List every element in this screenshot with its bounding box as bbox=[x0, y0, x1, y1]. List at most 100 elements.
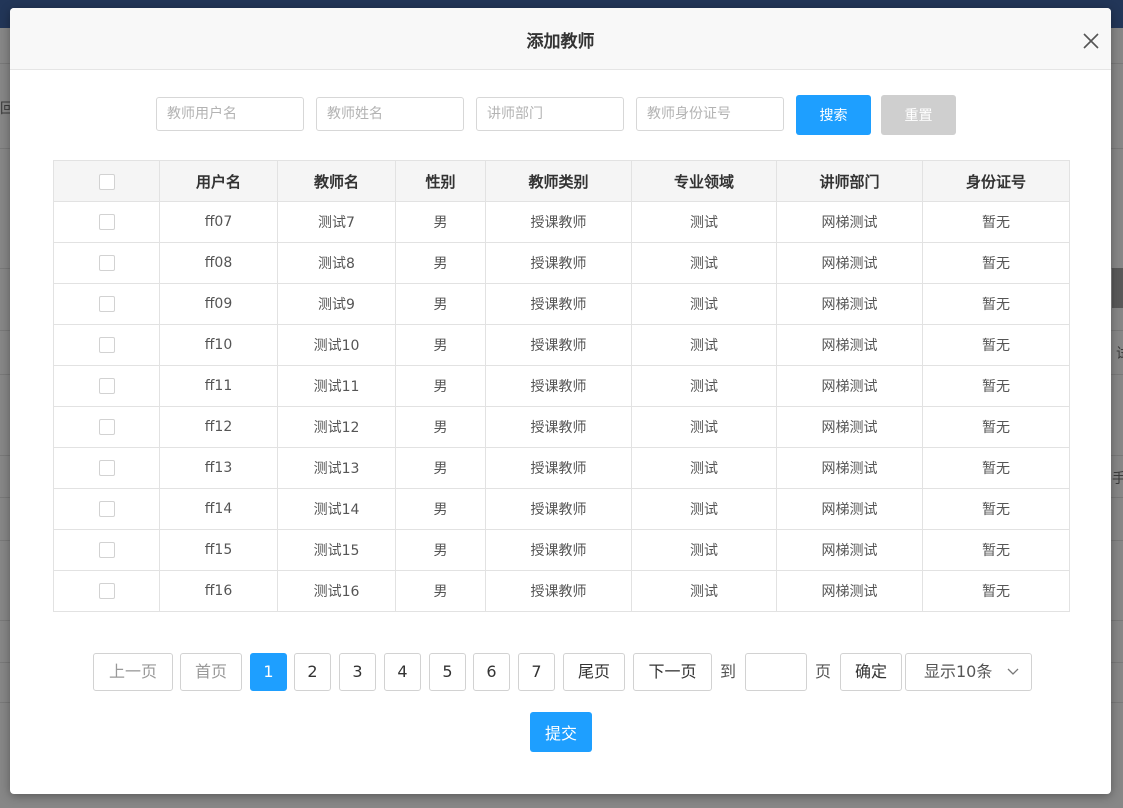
column-header-gender: 性别 bbox=[395, 160, 486, 202]
table-row[interactable]: ff09 测试9 男授课教师 测试 网梯测试 暂无 bbox=[53, 283, 1070, 325]
row-select-cell bbox=[53, 570, 160, 612]
cell-field: 测试 bbox=[631, 324, 777, 366]
row-select-cell bbox=[53, 283, 160, 325]
cell-username: ff09 bbox=[159, 283, 278, 325]
row-select-cell bbox=[53, 406, 160, 448]
cell-gender: 男 bbox=[395, 447, 486, 489]
cell-department: 网梯测试 bbox=[776, 242, 923, 284]
cell-username: ff16 bbox=[159, 570, 278, 612]
search-button[interactable]: 搜索 bbox=[796, 95, 871, 135]
table-row[interactable]: ff13 测试13 男授课教师 测试 网梯测试 暂无 bbox=[53, 447, 1070, 489]
cell-gender: 男 bbox=[395, 365, 486, 407]
cell-department: 网梯测试 bbox=[776, 406, 923, 448]
cell-category: 授课教师 bbox=[485, 406, 632, 448]
cell-idcard: 暂无 bbox=[922, 201, 1070, 243]
cell-username: ff15 bbox=[159, 529, 278, 571]
prev-page-button[interactable]: 上一页 bbox=[93, 653, 173, 691]
cell-idcard: 暂无 bbox=[922, 283, 1070, 325]
dialog-title: 添加教师 bbox=[526, 32, 595, 52]
cell-department: 网梯测试 bbox=[776, 447, 923, 489]
cell-teacher-name: 测试11 bbox=[277, 365, 396, 407]
select-all-checkbox[interactable] bbox=[98, 173, 115, 190]
idcard-search-input[interactable] bbox=[636, 97, 784, 131]
page-button-3[interactable]: 3 bbox=[339, 653, 376, 691]
page-button-7[interactable]: 7 bbox=[518, 653, 555, 691]
cell-idcard: 暂无 bbox=[922, 406, 1070, 448]
first-page-button[interactable]: 首页 bbox=[180, 653, 242, 691]
cell-gender: 男 bbox=[395, 242, 486, 284]
row-checkbox[interactable] bbox=[98, 419, 115, 435]
cell-username: ff14 bbox=[159, 488, 278, 530]
cell-idcard: 暂无 bbox=[922, 570, 1070, 612]
chevron-down-icon bbox=[1007, 668, 1019, 675]
page-size-select[interactable]: 显示10条 bbox=[905, 653, 1032, 691]
table-row[interactable]: ff07 测试7 男授课教师 测试 网梯测试 暂无 bbox=[53, 201, 1070, 243]
close-icon[interactable] bbox=[1082, 32, 1100, 50]
cell-idcard: 暂无 bbox=[922, 488, 1070, 530]
column-header-username: 用户名 bbox=[159, 160, 278, 202]
reset-button[interactable]: 重置 bbox=[881, 95, 956, 135]
cell-teacher-name: 测试13 bbox=[277, 447, 396, 489]
cell-idcard: 暂无 bbox=[922, 447, 1070, 489]
page-size-value: 显示10条 bbox=[924, 662, 993, 681]
cell-field: 测试 bbox=[631, 365, 777, 407]
row-checkbox[interactable] bbox=[98, 214, 115, 230]
table-row[interactable]: ff12 测试12 男授课教师 测试 网梯测试 暂无 bbox=[53, 406, 1070, 448]
row-checkbox[interactable] bbox=[98, 255, 115, 271]
cell-department: 网梯测试 bbox=[776, 324, 923, 366]
cell-category: 授课教师 bbox=[485, 201, 632, 243]
table-row[interactable]: ff15 测试15 男授课教师 测试 网梯测试 暂无 bbox=[53, 529, 1070, 571]
dialog-header: 添加教师 bbox=[10, 8, 1111, 70]
cell-field: 测试 bbox=[631, 242, 777, 284]
row-checkbox[interactable] bbox=[98, 378, 115, 394]
page-button-4[interactable]: 4 bbox=[384, 653, 421, 691]
cell-category: 授课教师 bbox=[485, 242, 632, 284]
cell-idcard: 暂无 bbox=[922, 529, 1070, 571]
table-row[interactable]: ff10 测试10 男授课教师 测试 网梯测试 暂无 bbox=[53, 324, 1070, 366]
row-checkbox[interactable] bbox=[98, 460, 115, 476]
cell-category: 授课教师 bbox=[485, 570, 632, 612]
page-button-2[interactable]: 2 bbox=[294, 653, 331, 691]
column-header-field: 专业领域 bbox=[631, 160, 777, 202]
page-button-5[interactable]: 5 bbox=[429, 653, 466, 691]
row-checkbox[interactable] bbox=[98, 542, 115, 558]
table-row[interactable]: ff16 测试16 男授课教师 测试 网梯测试 暂无 bbox=[53, 570, 1070, 612]
cell-field: 测试 bbox=[631, 406, 777, 448]
row-checkbox[interactable] bbox=[98, 501, 115, 517]
column-header-category: 教师类别 bbox=[485, 160, 632, 202]
cell-category: 授课教师 bbox=[485, 283, 632, 325]
row-select-cell bbox=[53, 201, 160, 243]
last-page-button[interactable]: 尾页 bbox=[563, 653, 625, 691]
cell-gender: 男 bbox=[395, 283, 486, 325]
table-header-row: 用户名 教师名 性别 教师类别 专业领域 讲师部门 身份证号 bbox=[53, 160, 1070, 202]
column-header-teacher-name: 教师名 bbox=[277, 160, 396, 202]
cell-field: 测试 bbox=[631, 570, 777, 612]
cell-department: 网梯测试 bbox=[776, 365, 923, 407]
goto-page-input[interactable] bbox=[745, 653, 807, 691]
table-row[interactable]: ff14 测试14 男授课教师 测试 网梯测试 暂无 bbox=[53, 488, 1070, 530]
page-button-6[interactable]: 6 bbox=[473, 653, 510, 691]
row-checkbox[interactable] bbox=[98, 296, 115, 312]
cell-department: 网梯测试 bbox=[776, 201, 923, 243]
row-select-cell bbox=[53, 242, 160, 284]
username-search-input[interactable] bbox=[156, 97, 304, 131]
cell-gender: 男 bbox=[395, 324, 486, 366]
cell-teacher-name: 测试10 bbox=[277, 324, 396, 366]
name-search-input[interactable] bbox=[316, 97, 464, 131]
goto-confirm-button[interactable]: 确定 bbox=[840, 653, 902, 691]
cell-username: ff10 bbox=[159, 324, 278, 366]
table-row[interactable]: ff08 测试8 男授课教师 测试 网梯测试 暂无 bbox=[53, 242, 1070, 284]
cell-category: 授课教师 bbox=[485, 529, 632, 571]
table-row[interactable]: ff11 测试11 男授课教师 测试 网梯测试 暂无 bbox=[53, 365, 1070, 407]
next-page-button[interactable]: 下一页 bbox=[633, 653, 712, 691]
page-button-1[interactable]: 1 bbox=[250, 653, 287, 691]
page-unit-label: 页 bbox=[815, 662, 832, 681]
submit-button[interactable]: 提交 bbox=[530, 712, 592, 752]
column-header-idcard: 身份证号 bbox=[922, 160, 1070, 202]
row-checkbox[interactable] bbox=[98, 337, 115, 353]
add-teacher-dialog: 添加教师 搜索 重置 用户名 教师名 性别 教师类别 专业领域 讲师部门 身份证 bbox=[10, 8, 1111, 794]
cell-gender: 男 bbox=[395, 406, 486, 448]
row-checkbox[interactable] bbox=[98, 583, 115, 599]
cell-category: 授课教师 bbox=[485, 324, 632, 366]
department-search-input[interactable] bbox=[476, 97, 624, 131]
